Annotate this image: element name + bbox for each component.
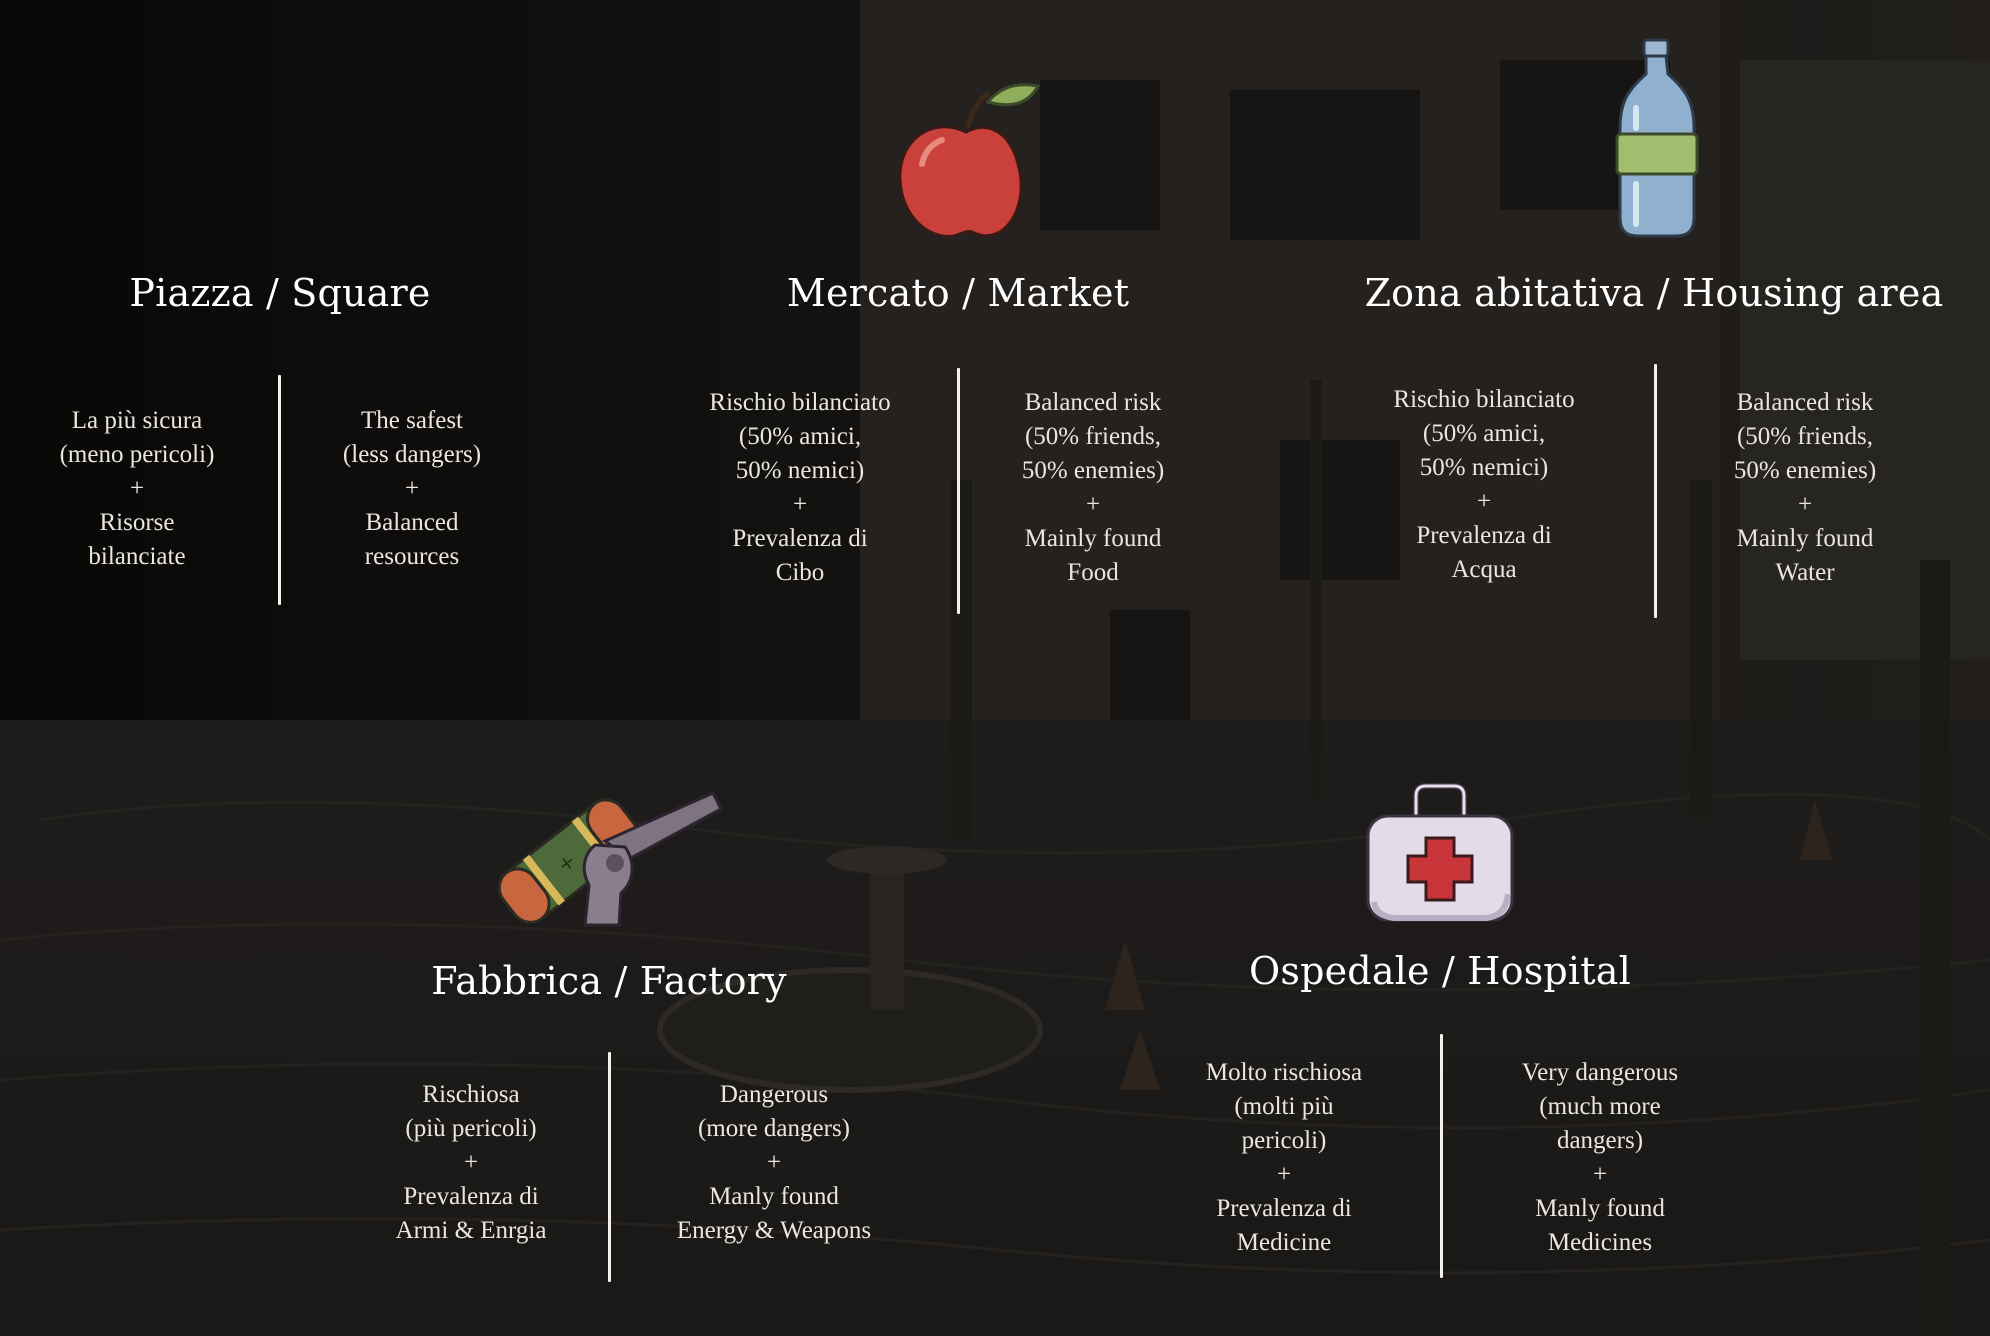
water-bottle-icon	[1615, 38, 1699, 238]
description-line: Prevalenza di	[403, 1183, 539, 1210]
zone-description-english: Dangerous (more dangers) + Manly found Energ…	[644, 1078, 904, 1248]
description-line: Energy & Weapons	[676, 1217, 872, 1244]
description-line: (50% amici,	[738, 423, 862, 450]
description-line: Rischiosa	[422, 1081, 520, 1108]
first-aid-kit-icon	[1366, 783, 1514, 922]
description-line: Balanced	[365, 509, 459, 536]
description-line: Food	[1067, 559, 1119, 586]
description-line: bilanciate	[88, 543, 186, 570]
apple-icon	[898, 83, 1041, 238]
zone-description-italian: La più sicura (meno pericoli) + Risorse bila…	[7, 404, 267, 574]
description-line: (less dangers)	[342, 441, 482, 468]
description-line: +	[463, 1149, 479, 1176]
description-line: 50% nemici)	[1419, 454, 1549, 481]
description-line: Medicine	[1236, 1229, 1332, 1256]
description-line: (molti più	[1234, 1093, 1334, 1120]
description-line: Rischio bilanciato	[1393, 386, 1575, 413]
battery-and-gun-icon: +	[497, 791, 723, 927]
zone-title-factory: Fabbrica / Factory	[431, 959, 787, 1003]
description-line: +	[1592, 1161, 1608, 1188]
description-line: (more dangers)	[697, 1115, 850, 1142]
column-divider	[1440, 1034, 1443, 1278]
description-line: 50% enemies)	[1021, 457, 1165, 484]
zone-description-english: Very dangerous (much more dangers) + Manly f…	[1470, 1056, 1730, 1260]
description-line: +	[766, 1149, 782, 1176]
description-line: The safest	[360, 407, 464, 434]
zone-description-italian: Rischiosa (più pericoli) + Prevalenza di Arm…	[341, 1078, 601, 1248]
description-line: +	[1085, 491, 1101, 518]
column-divider	[1654, 364, 1657, 618]
description-line: 50% enemies)	[1733, 457, 1877, 484]
zone-description-english: Balanced risk (50% friends, 50% enemies) + M…	[1675, 386, 1935, 590]
zone-title-housing: Zona abitativa / Housing area	[1364, 271, 1944, 315]
description-line: Water	[1775, 559, 1835, 586]
description-line: Cibo	[775, 559, 825, 586]
description-line: +	[404, 475, 420, 502]
description-line: +	[1797, 491, 1813, 518]
zone-description-italian: Rischio bilanciato (50% amici, 50% nemici)…	[1354, 383, 1614, 587]
zone-description-italian: Molto rischiosa (molti più pericoli) + Preva…	[1154, 1056, 1414, 1260]
description-line: Mainly found	[1736, 525, 1874, 552]
zone-title-hospital: Ospedale / Hospital	[1249, 949, 1631, 993]
description-line: Dangerous	[719, 1081, 829, 1108]
description-line: Medicines	[1547, 1229, 1653, 1256]
description-line: (50% friends,	[1736, 423, 1874, 450]
zone-description-italian: Rischio bilanciato (50% amici, 50% nemici)…	[670, 386, 930, 590]
description-line: Armi & Enrgia	[395, 1217, 547, 1244]
description-line: Prevalenza di	[1416, 522, 1552, 549]
description-line: Manly found	[1535, 1195, 1665, 1222]
description-line: pericoli)	[1241, 1127, 1327, 1154]
zone-description-english: The safest (less dangers) + Balanced resourc…	[282, 404, 542, 574]
description-line: dangers)	[1556, 1127, 1644, 1154]
description-line: Very dangerous	[1521, 1059, 1679, 1086]
description-line: +	[792, 491, 808, 518]
column-divider	[278, 375, 281, 605]
description-line: Molto rischiosa	[1205, 1059, 1363, 1086]
description-line: +	[1276, 1161, 1292, 1188]
column-divider	[608, 1052, 611, 1282]
description-line: Mainly found	[1024, 525, 1162, 552]
description-line: La più sicura	[71, 407, 203, 434]
description-line: +	[1476, 488, 1492, 515]
description-line: (più pericoli)	[405, 1115, 537, 1142]
description-line: Balanced risk	[1024, 389, 1162, 416]
zone-title-market: Mercato / Market	[786, 271, 1130, 315]
description-line: +	[129, 475, 145, 502]
description-line: resources	[364, 543, 460, 570]
description-line: Rischio bilanciato	[709, 389, 891, 416]
description-line: Prevalenza di	[732, 525, 868, 552]
description-line: 50% nemici)	[735, 457, 865, 484]
description-line: Risorse	[99, 509, 175, 536]
description-line: (50% amici,	[1422, 420, 1546, 447]
description-line: Prevalenza di	[1216, 1195, 1352, 1222]
description-line: Balanced risk	[1736, 389, 1874, 416]
zone-description-english: Balanced risk (50% friends, 50% enemies) + M…	[963, 386, 1223, 590]
zone-title-square: Piazza / Square	[129, 271, 431, 315]
description-line: (much more	[1539, 1093, 1661, 1120]
column-divider	[957, 368, 960, 614]
description-line: Manly found	[709, 1183, 839, 1210]
description-line: (50% friends,	[1024, 423, 1162, 450]
description-line: (meno pericoli)	[59, 441, 215, 468]
description-line: Acqua	[1451, 556, 1517, 583]
